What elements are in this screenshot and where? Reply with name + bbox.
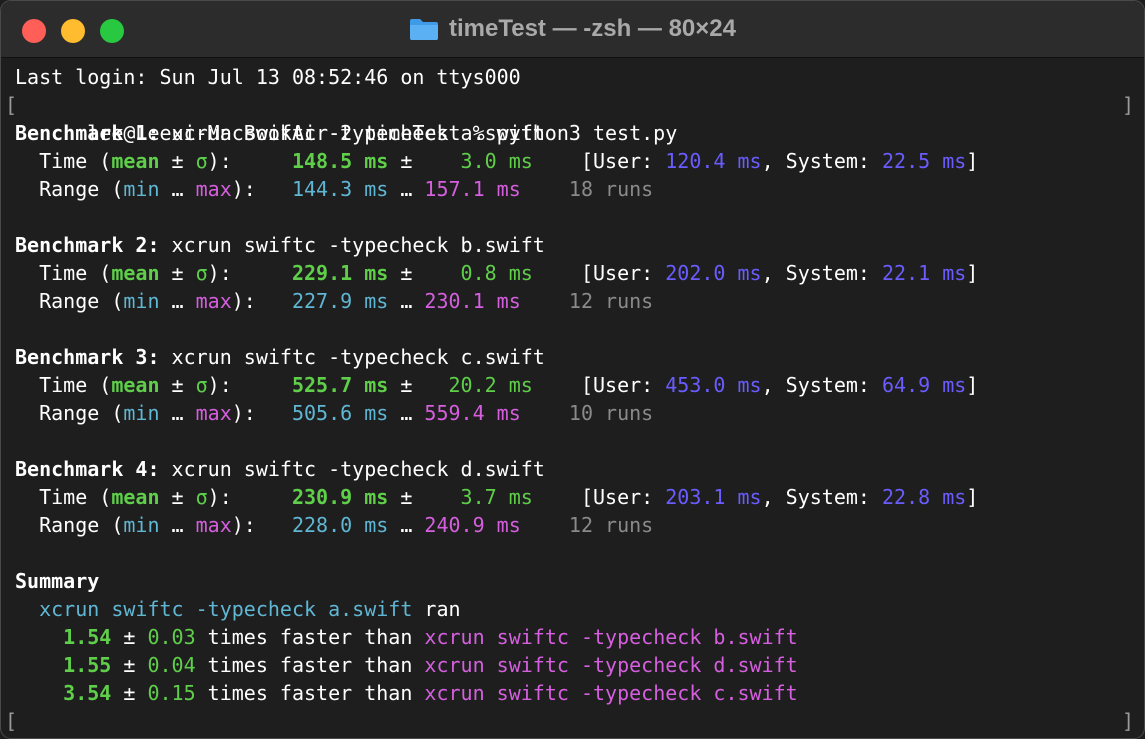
- prompt-line: [ lee@Leeui-MacBookAir-2 timeTest % pytho…: [5, 91, 1134, 145]
- terminal-window: timeTest — -zsh — 80×24 Last login: Sun …: [0, 0, 1145, 739]
- benchmark-header: Benchmark 4: xcrun swiftc -typecheck d.s…: [15, 457, 545, 481]
- comparison-line: 3.54 ± 0.15 times faster than xcrun swif…: [63, 681, 798, 705]
- benchmark-range-line: Range (min … max): 505.6 ms … 559.4 ms 1…: [15, 401, 654, 425]
- benchmark-range-line: Range (min … max): 144.3 ms … 157.1 ms 1…: [15, 177, 654, 201]
- comparison-line: 1.55 ± 0.04 times faster than xcrun swif…: [63, 653, 798, 677]
- benchmark-time-line: Time (mean ± σ): 230.9 ms ± 3.7 ms [User…: [15, 485, 979, 509]
- benchmark-time-line: Time (mean ± σ): 148.5 ms ± 3.0 ms [User…: [15, 149, 979, 173]
- window-title: timeTest — -zsh — 80×24: [449, 15, 736, 42]
- mark-bracket-left: [: [5, 93, 18, 117]
- mark-bracket-right: ]: [1121, 93, 1134, 117]
- benchmark-range-line: Range (min … max): 227.9 ms … 230.1 ms 1…: [15, 289, 654, 313]
- benchmark-time-line: Time (mean ± σ): 525.7 ms ± 20.2 ms [Use…: [15, 373, 979, 397]
- prompt-text: lee@Leeui-MacBookAir-2 timeTest % python…: [87, 121, 678, 145]
- prompt-line-2: [lee@Leeui-MacBookAir-2 timeTest % pytho…: [5, 707, 1134, 738]
- benchmark-range-line: Range (min … max): 228.0 ms … 240.9 ms 1…: [15, 513, 654, 537]
- benchmark-header: Benchmark 2: xcrun swiftc -typecheck b.s…: [15, 233, 545, 257]
- last-login-line: Last login: Sun Jul 13 08:52:46 on ttys0…: [15, 65, 521, 89]
- window-title-area: timeTest — -zsh — 80×24: [1, 1, 1144, 57]
- benchmark-list: Benchmark 1: xcrun swiftc -typecheck a.s…: [15, 119, 1134, 567]
- mark-bracket-left: [: [5, 709, 18, 733]
- summary-fastest-line: xcrun swiftc -typecheck a.swift ran: [39, 597, 461, 621]
- benchmark-header: Benchmark 3: xcrun swiftc -typecheck c.s…: [15, 345, 545, 369]
- title-bar[interactable]: timeTest — -zsh — 80×24: [1, 1, 1144, 58]
- folder-icon: [409, 17, 439, 41]
- summary-title: Summary: [15, 569, 100, 593]
- terminal-content[interactable]: Last login: Sun Jul 13 08:52:46 on ttys0…: [5, 63, 1134, 738]
- comparison-list: 1.54 ± 0.03 times faster than xcrun swif…: [15, 623, 1134, 707]
- benchmark-time-line: Time (mean ± σ): 229.1 ms ± 0.8 ms [User…: [15, 261, 979, 285]
- comparison-line: 1.54 ± 0.03 times faster than xcrun swif…: [63, 625, 798, 649]
- mark-bracket-right: ]: [1121, 709, 1134, 733]
